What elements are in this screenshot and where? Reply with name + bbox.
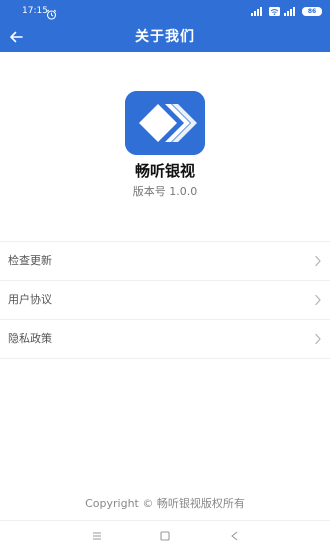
signal-icon (284, 6, 298, 16)
menu-list: 检查更新 用户协议 隐私政策 (0, 241, 330, 359)
check-update-item[interactable]: 检查更新 (0, 241, 330, 280)
battery-icon: 86 (302, 6, 322, 16)
status-bar: 17:15 86 (0, 0, 330, 22)
page-title: 关于我们 (135, 29, 195, 45)
home-button[interactable] (158, 530, 172, 542)
menu-item-label: 隐私政策 (8, 332, 52, 345)
chevron-right-icon (315, 333, 321, 345)
system-nav-bar (0, 520, 330, 550)
menu-button[interactable] (90, 530, 104, 542)
app-header: 17:15 86 关于我们 (0, 0, 330, 52)
menu-item-label: 用户协议 (8, 293, 52, 306)
privacy-policy-item[interactable]: 隐私政策 (0, 319, 330, 359)
user-agreement-item[interactable]: 用户协议 (0, 280, 330, 319)
copyright-text: Copyright © 畅听银视版权所有 (85, 497, 245, 510)
status-icons: 86 (251, 5, 322, 17)
app-name: 畅听银视 (134, 162, 195, 180)
app-logo (125, 91, 205, 155)
wifi-icon (269, 6, 280, 16)
status-time: 17:15 (22, 6, 48, 16)
app-version: 版本号 1.0.0 (132, 185, 198, 198)
back-triangle-icon (231, 531, 238, 541)
signal-icon (251, 6, 265, 16)
chevron-right-icon (315, 294, 321, 306)
menu-icon (93, 532, 101, 540)
chevron-right-icon (315, 255, 321, 267)
home-square-icon (160, 531, 170, 541)
alarm-icon (46, 5, 57, 20)
nav-back-button[interactable] (228, 530, 242, 542)
menu-item-label: 检查更新 (8, 254, 52, 267)
about-screen: 17:15 86 关于我们 畅听银视 版本号 1.0.0 检查更新 用户协议 隐… (0, 0, 330, 550)
title-bar: 关于我们 (0, 22, 330, 52)
